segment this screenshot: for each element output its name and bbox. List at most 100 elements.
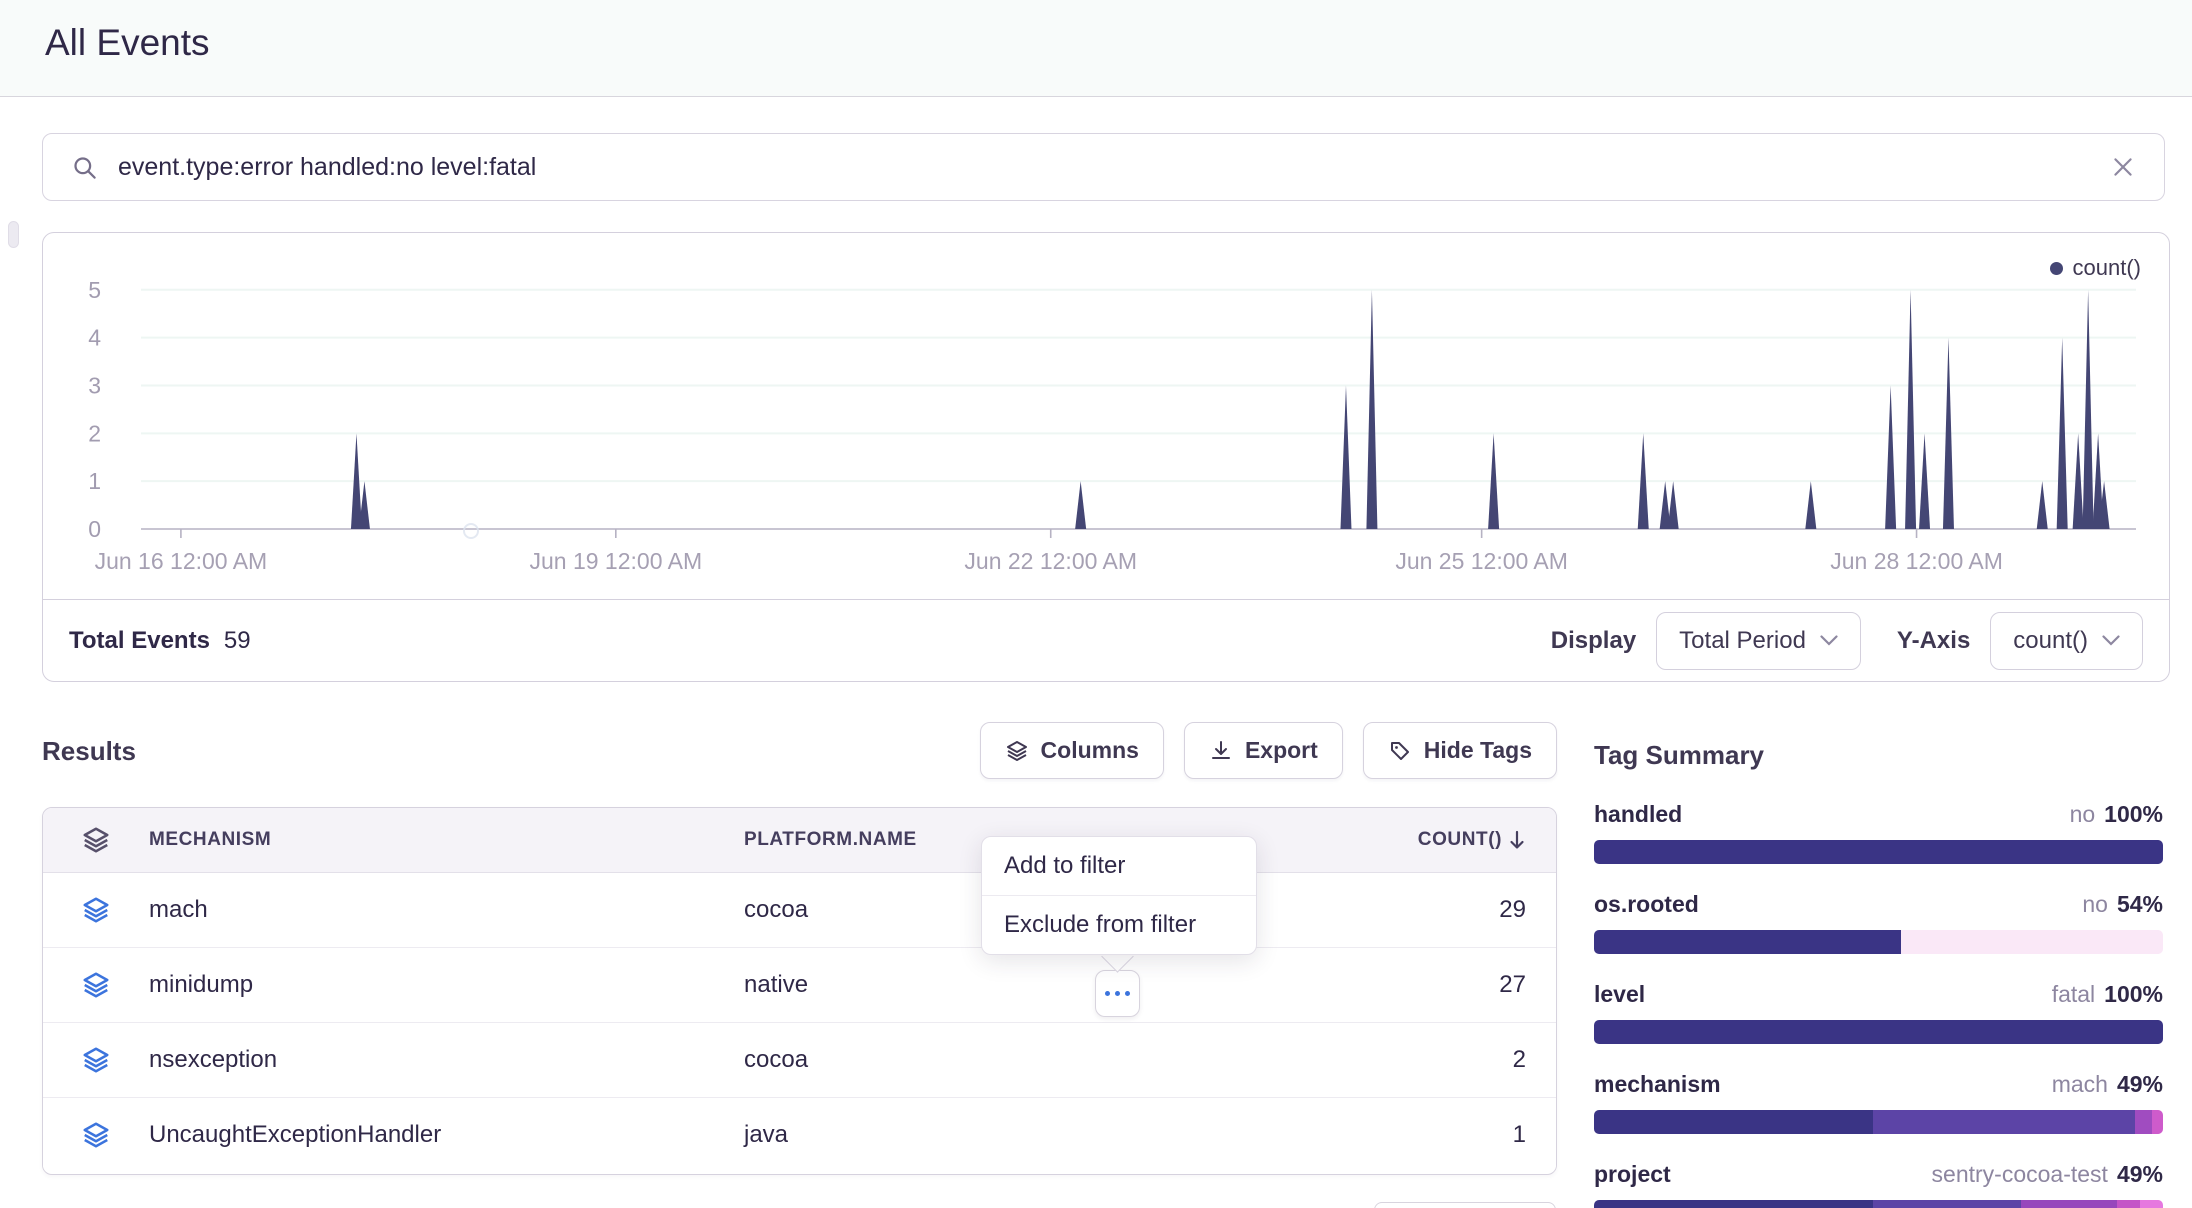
column-header-platform[interactable]: PLATFORM.NAME xyxy=(744,829,917,851)
svg-text:Jun 28 12:00 AM: Jun 28 12:00 AM xyxy=(1830,548,2003,574)
search-input[interactable]: event.type:error handled:no level:fatal xyxy=(42,133,2165,201)
legend-dot-icon xyxy=(2050,262,2063,275)
tag-bar-segment xyxy=(2152,1110,2163,1134)
events-chart[interactable]: 012345Jun 16 12:00 AMJun 19 12:00 AMJun … xyxy=(43,233,2168,598)
sort-down-icon xyxy=(1508,830,1526,850)
svg-text:3: 3 xyxy=(88,372,101,398)
tag-bar-segment xyxy=(1873,1110,2135,1134)
tag-distribution-bar[interactable] xyxy=(1594,1110,2163,1134)
yaxis-select-value: count() xyxy=(2013,627,2088,655)
all-events-page: All Events event.type:error handled:no l… xyxy=(0,0,2192,1208)
display-label: Display xyxy=(1551,627,1636,655)
svg-text:1: 1 xyxy=(88,468,101,494)
svg-text:4: 4 xyxy=(88,325,101,351)
clear-search-icon[interactable] xyxy=(2110,154,2136,180)
tag-percent: 49% xyxy=(2117,1161,2163,1188)
tag-summary-item: level fatal 100% xyxy=(1594,981,2163,1044)
layers-icon[interactable] xyxy=(43,1045,149,1075)
hide-tags-button-label: Hide Tags xyxy=(1424,737,1532,764)
column-header-mechanism[interactable]: MECHANISM xyxy=(149,829,744,851)
tag-distribution-bar[interactable] xyxy=(1594,840,2163,864)
cell-mechanism[interactable]: UncaughtExceptionHandler xyxy=(149,1121,744,1149)
tag-name: mechanism xyxy=(1594,1071,1721,1098)
tag-distribution-bar[interactable] xyxy=(1594,930,2163,954)
cell-platform[interactable]: native xyxy=(744,971,808,999)
chevron-down-icon xyxy=(1820,635,1838,646)
cell-platform[interactable]: cocoa xyxy=(744,896,808,924)
layers-icon xyxy=(1005,739,1029,763)
tag-top-value: sentry-cocoa-test xyxy=(1932,1161,2108,1188)
table-row: nsexceptioncocoa 2 xyxy=(43,1022,1556,1097)
tag-summary-panel: Tag Summary handledno100%os.rootedno54%l… xyxy=(1594,740,2163,1208)
cell-actions-menu: Add to filter Exclude from filter xyxy=(981,836,1257,955)
tag-summary-item: handledno100% xyxy=(1594,801,2163,864)
tag-bar-segment xyxy=(2117,1200,2140,1208)
tag-name: os.rooted xyxy=(1594,891,1699,918)
tag-percent: 100% xyxy=(2104,981,2163,1008)
cell-count[interactable]: 29 xyxy=(1499,896,1556,924)
tag-bar-segment xyxy=(1594,1110,1873,1134)
chart-marker-ring xyxy=(463,523,479,539)
tag-distribution-bar[interactable] xyxy=(1594,1200,2163,1208)
results-heading: Results xyxy=(42,736,136,767)
cell-mechanism[interactable]: minidump xyxy=(149,971,744,999)
panel-drag-handle[interactable] xyxy=(8,221,19,248)
cell-mechanism[interactable]: mach xyxy=(149,896,744,924)
download-icon xyxy=(1209,739,1233,763)
tag-bar-segment xyxy=(1594,1200,1873,1208)
export-button-label: Export xyxy=(1245,737,1318,764)
yaxis-select[interactable]: count() xyxy=(1990,612,2143,670)
tag-distribution-bar[interactable] xyxy=(1594,1020,2163,1044)
hide-tags-button[interactable]: Hide Tags xyxy=(1363,722,1557,779)
total-events-value: 59 xyxy=(224,627,251,655)
menu-item-add-to-filter[interactable]: Add to filter xyxy=(982,837,1256,895)
export-button[interactable]: Export xyxy=(1184,722,1343,779)
layers-icon[interactable] xyxy=(43,895,149,925)
columns-button[interactable]: Columns xyxy=(980,722,1164,779)
layers-icon[interactable] xyxy=(43,1120,149,1150)
menu-item-exclude-from-filter[interactable]: Exclude from filter xyxy=(982,895,1256,954)
legend-label: count() xyxy=(2073,255,2141,281)
cell-count[interactable]: 1 xyxy=(1513,1121,1556,1149)
tag-summary-item: os.rooted no 54% xyxy=(1594,891,2163,954)
tag-percent: 54% xyxy=(2117,891,2163,918)
tag-list: handledno100%os.rootedno54%levelfatal100… xyxy=(1594,801,2163,1208)
tag-percent: 100% xyxy=(2104,801,2163,828)
svg-text:Jun 25 12:00 AM: Jun 25 12:00 AM xyxy=(1395,548,1568,574)
svg-text:2: 2 xyxy=(88,420,101,446)
tag-top-value: no xyxy=(2082,891,2108,918)
tag-top-value: fatal xyxy=(2052,981,2095,1008)
table-body: machcocoa29minidumpnative27nsexceptionco… xyxy=(43,873,1556,1172)
cell-count[interactable]: 2 xyxy=(1513,1046,1556,1074)
results-table: MECHANISM PLATFORM.NAME COUNT() machcoco… xyxy=(42,807,1557,1175)
column-header-count[interactable]: COUNT() xyxy=(1418,829,1502,851)
cell-platform[interactable]: cocoa xyxy=(744,1046,808,1074)
display-select[interactable]: Total Period xyxy=(1656,612,1861,670)
table-row: UncaughtExceptionHandlerjava 1 xyxy=(43,1097,1556,1172)
cell-actions-button[interactable] xyxy=(1095,970,1140,1017)
cell-mechanism[interactable]: nsexception xyxy=(149,1046,744,1074)
svg-text:Jun 22 12:00 AM: Jun 22 12:00 AM xyxy=(964,548,1137,574)
tag-bar-segment xyxy=(1594,840,2163,864)
chevron-down-icon xyxy=(2102,635,2120,646)
tag-percent: 49% xyxy=(2117,1071,2163,1098)
layers-icon[interactable] xyxy=(43,970,149,1000)
tag-bar-segment xyxy=(1873,1200,2021,1208)
tag-name: level xyxy=(1594,981,1645,1008)
chart-legend[interactable]: count() xyxy=(2050,255,2141,281)
search-query[interactable]: event.type:error handled:no level:fatal xyxy=(118,153,536,182)
svg-text:0: 0 xyxy=(88,516,101,542)
page-title: All Events xyxy=(45,22,210,64)
pagination-buttons[interactable] xyxy=(1374,1202,1556,1208)
tag-top-value: no xyxy=(2070,801,2096,828)
tag-icon xyxy=(1388,739,1412,763)
page-header: All Events xyxy=(0,0,2192,97)
cell-count[interactable]: 27 xyxy=(1499,971,1556,999)
cell-platform[interactable]: java xyxy=(744,1121,788,1149)
ellipsis-icon xyxy=(1105,991,1110,996)
columns-button-label: Columns xyxy=(1041,737,1139,764)
tag-summary-heading: Tag Summary xyxy=(1594,740,2163,771)
events-chart-panel: 012345Jun 16 12:00 AMJun 19 12:00 AMJun … xyxy=(42,232,2170,682)
svg-text:Jun 19 12:00 AM: Jun 19 12:00 AM xyxy=(529,548,702,574)
layers-icon[interactable] xyxy=(43,825,149,855)
